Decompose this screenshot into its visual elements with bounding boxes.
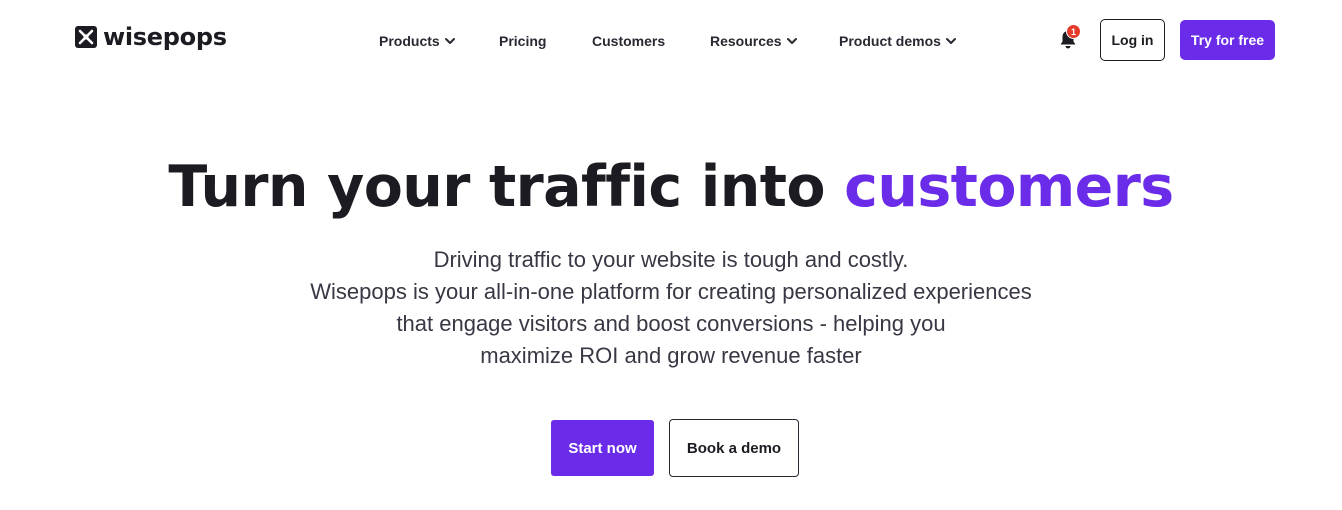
brand-name: wisepops bbox=[103, 23, 227, 51]
book-demo-button[interactable]: Book a demo bbox=[669, 419, 799, 477]
start-now-button[interactable]: Start now bbox=[551, 420, 654, 476]
chevron-down-icon bbox=[945, 38, 956, 44]
nav-item-label: Products bbox=[379, 33, 440, 49]
nav-item-customers[interactable]: Customers bbox=[592, 30, 665, 52]
hero-title: Turn your traffic into customers bbox=[0, 154, 1342, 220]
nav-item-resources[interactable]: Resources bbox=[710, 30, 798, 52]
nav-item-label: Pricing bbox=[499, 33, 547, 49]
hero-subtitle-line: maximize ROI and grow revenue faster bbox=[480, 343, 862, 368]
hero-subtitle-line: Driving traffic to your website is tough… bbox=[433, 247, 909, 272]
hero-subtitle-line: that engage visitors and boost conversio… bbox=[396, 311, 946, 336]
nav-item-products[interactable]: Products bbox=[379, 30, 456, 52]
site-header: wisepops Products Pricing Customers Reso… bbox=[0, 0, 1342, 80]
login-button[interactable]: Log in bbox=[1100, 19, 1165, 61]
hero-title-main: Turn your traffic into bbox=[168, 154, 825, 220]
hero-title-accent: customers bbox=[844, 154, 1174, 220]
chevron-down-icon bbox=[444, 38, 455, 44]
nav-item-label: Resources bbox=[710, 33, 782, 49]
nav-item-label: Product demos bbox=[839, 33, 941, 49]
try-for-free-button[interactable]: Try for free bbox=[1180, 20, 1275, 60]
brand-logo[interactable]: wisepops bbox=[75, 24, 227, 50]
hero-subtitle-line: Wisepops is your all-in-one platform for… bbox=[310, 279, 1032, 304]
hero-subtitle: Driving traffic to your website is tough… bbox=[0, 244, 1342, 372]
chevron-down-icon bbox=[786, 38, 797, 44]
notification-badge: 1 bbox=[1066, 24, 1081, 39]
nav-item-pricing[interactable]: Pricing bbox=[499, 30, 546, 52]
nav-item-product-demos[interactable]: Product demos bbox=[839, 30, 957, 52]
wisepops-logo-icon bbox=[75, 26, 97, 48]
page: wisepops Products Pricing Customers Reso… bbox=[0, 0, 1342, 510]
nav-item-label: Customers bbox=[592, 33, 666, 49]
